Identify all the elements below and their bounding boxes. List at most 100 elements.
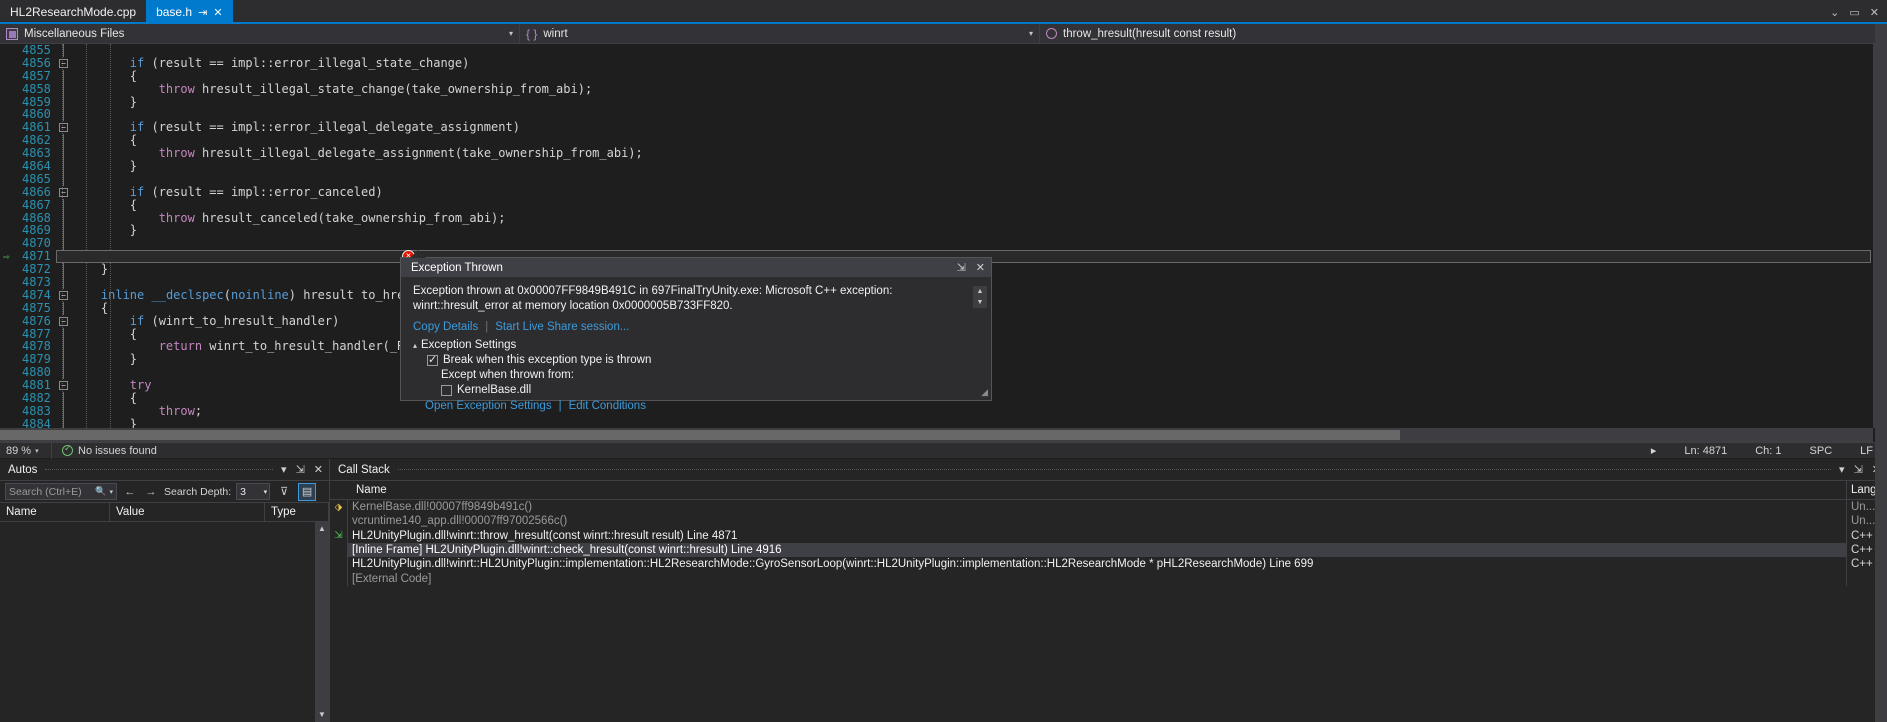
glyph-margin[interactable] (0, 57, 22, 70)
minimize-icon[interactable]: ⌄ (1830, 6, 1839, 19)
autos-rows[interactable]: ▲ ▼ (0, 522, 329, 722)
editor-horizontal-scrollbar[interactable] (0, 428, 1873, 442)
fold-margin[interactable] (56, 69, 72, 83)
code-line[interactable]: 4868 throw hresult_canceled(take_ownersh… (0, 211, 1873, 225)
columns-icon[interactable]: ▤ (298, 482, 317, 501)
fold-margin[interactable] (56, 147, 72, 161)
exception-thrown-dialog[interactable]: Exception Thrown ⇲ ✕ Exception thrown at… (400, 250, 992, 412)
close-window-icon[interactable]: ✕ (1870, 6, 1879, 19)
chevron-down-icon[interactable]: ▾ (1021, 29, 1033, 38)
glyph-margin[interactable] (0, 353, 22, 366)
fold-margin[interactable]: − (56, 315, 72, 328)
pin-icon[interactable]: ⇲ (1854, 463, 1863, 476)
code-line[interactable]: 4869 } (0, 224, 1873, 238)
collapse-icon[interactable]: − (59, 58, 68, 68)
tab-hl2researchmode-cpp[interactable]: HL2ResearchMode.cpp (0, 0, 147, 24)
fold-margin[interactable] (56, 301, 72, 315)
fold-margin[interactable] (56, 404, 72, 418)
collapse-icon[interactable]: − (59, 123, 68, 133)
chevron-down-icon[interactable]: ▾ (281, 463, 287, 476)
code-line[interactable]: 4864 } (0, 160, 1873, 173)
resize-grip-icon[interactable]: ◢ (981, 387, 988, 398)
glyph-margin[interactable] (0, 340, 22, 353)
glyph-margin[interactable] (0, 418, 22, 428)
glyph-margin[interactable] (0, 379, 22, 392)
kernelbase-checkbox[interactable] (441, 384, 452, 396)
chevron-down-icon[interactable]: ▾ (501, 29, 513, 38)
autos-vertical-scrollbar[interactable]: ▲ ▼ (315, 522, 329, 722)
column-header-name[interactable]: Name (0, 502, 110, 522)
call-stack-row[interactable]: ⬗ KernelBase.dll!00007ff9849b491c() Un... (330, 500, 1887, 515)
call-stack-rows[interactable]: ⬗ KernelBase.dll!00007ff9849b491c() Un... v… (330, 500, 1887, 722)
exception-settings-expander[interactable]: ▴ Exception Settings (413, 339, 981, 351)
fold-margin[interactable] (56, 366, 72, 380)
fold-margin[interactable] (56, 134, 72, 148)
fold-margin[interactable]: − (56, 186, 72, 199)
start-live-share-link[interactable]: Start Live Share session... (495, 321, 629, 333)
fold-margin[interactable]: − (56, 289, 72, 302)
glyph-margin[interactable] (0, 147, 22, 160)
glyph-margin[interactable] (0, 212, 22, 225)
fold-margin[interactable] (56, 95, 72, 109)
edit-conditions-link[interactable]: Edit Conditions (569, 400, 646, 412)
collapse-icon[interactable]: − (59, 381, 68, 391)
call-stack-row[interactable]: HL2UnityPlugin.dll!winrt::HL2UnityPlugin… (330, 557, 1887, 572)
break-when-thrown-row[interactable]: Break when this exception type is thrown (427, 353, 981, 366)
search-input[interactable]: Search (Ctrl+E) 🔍 ▾ (5, 483, 117, 500)
scroll-down-icon[interactable]: ▼ (973, 297, 987, 308)
open-exception-settings-link[interactable]: Open Exception Settings (425, 400, 552, 412)
search-icon[interactable]: 🔍 (95, 486, 106, 497)
search-depth-stepper[interactable]: 3 ▾ (236, 483, 271, 500)
navbar-project-dropdown[interactable]: Miscellaneous Files ▾ (0, 23, 520, 44)
exception-message-scrollbar[interactable]: ▲ ▼ (973, 286, 987, 308)
chevron-down-icon[interactable]: ▾ (35, 447, 39, 455)
glyph-margin[interactable] (0, 315, 22, 328)
tab-base-h[interactable]: base.h ⇥ ✕ (146, 0, 233, 24)
scrollbar-thumb[interactable] (0, 430, 1400, 440)
glyph-margin[interactable] (0, 83, 22, 96)
fold-margin[interactable] (56, 327, 72, 341)
triangle-expander-icon[interactable]: ▴ (413, 341, 417, 350)
glyph-margin[interactable] (0, 160, 22, 173)
collapse-icon[interactable]: − (59, 290, 68, 300)
fold-margin[interactable] (56, 172, 72, 186)
fold-margin[interactable] (56, 340, 72, 354)
pin-icon[interactable]: ⇲ (296, 463, 305, 476)
call-stack-row[interactable]: vcruntime140_app.dll!00007ff97002566c() U… (330, 514, 1887, 529)
issues-indicator[interactable]: No issues found (52, 443, 157, 457)
call-stack-row[interactable]: ⇲ HL2UnityPlugin.dll!winrt::throw_hresult… (330, 528, 1887, 543)
break-when-thrown-checkbox[interactable] (427, 353, 438, 366)
glyph-margin[interactable] (0, 405, 22, 418)
pin-icon[interactable]: ⇲ (957, 261, 966, 274)
scroll-up-icon[interactable]: ▲ (973, 286, 987, 297)
call-stack-row[interactable]: [External Code] (330, 571, 1887, 586)
chevron-down-icon[interactable]: ▾ (1839, 463, 1845, 476)
glyph-margin[interactable] (0, 289, 22, 302)
fold-margin[interactable] (56, 211, 72, 225)
fold-margin[interactable] (56, 237, 72, 251)
call-stack-row[interactable]: [Inline Frame] HL2UnityPlugin.dll!winrt:… (330, 542, 1887, 558)
code-line[interactable]: 4858 throw hresult_illegal_state_change(… (0, 82, 1873, 96)
scroll-down-icon[interactable]: ▼ (315, 708, 329, 722)
glyph-margin[interactable] (0, 237, 22, 250)
search-forward-icon[interactable]: → (143, 484, 159, 500)
app-right-scrollbar[interactable] (1875, 24, 1887, 722)
fold-margin[interactable] (56, 198, 72, 212)
close-icon[interactable]: ✕ (314, 463, 323, 476)
code-line[interactable]: 4866− if (result == impl::error_canceled… (0, 185, 1873, 199)
glyph-margin[interactable] (0, 199, 22, 212)
close-icon[interactable]: ✕ (976, 261, 985, 274)
fold-margin[interactable] (56, 82, 72, 96)
glyph-margin[interactable] (0, 134, 22, 147)
fold-margin[interactable]: − (56, 121, 72, 134)
glyph-margin[interactable] (0, 186, 22, 199)
glyph-margin[interactable] (0, 276, 22, 289)
column-header-value[interactable]: Value (110, 502, 265, 522)
chevron-down-icon[interactable]: ▾ (109, 488, 113, 496)
fold-margin[interactable]: − (56, 379, 72, 392)
fold-margin[interactable] (56, 276, 72, 289)
glyph-margin[interactable] (0, 44, 22, 57)
fold-margin[interactable] (56, 392, 72, 405)
fold-margin[interactable] (56, 417, 72, 428)
collapse-icon[interactable]: − (59, 316, 68, 326)
